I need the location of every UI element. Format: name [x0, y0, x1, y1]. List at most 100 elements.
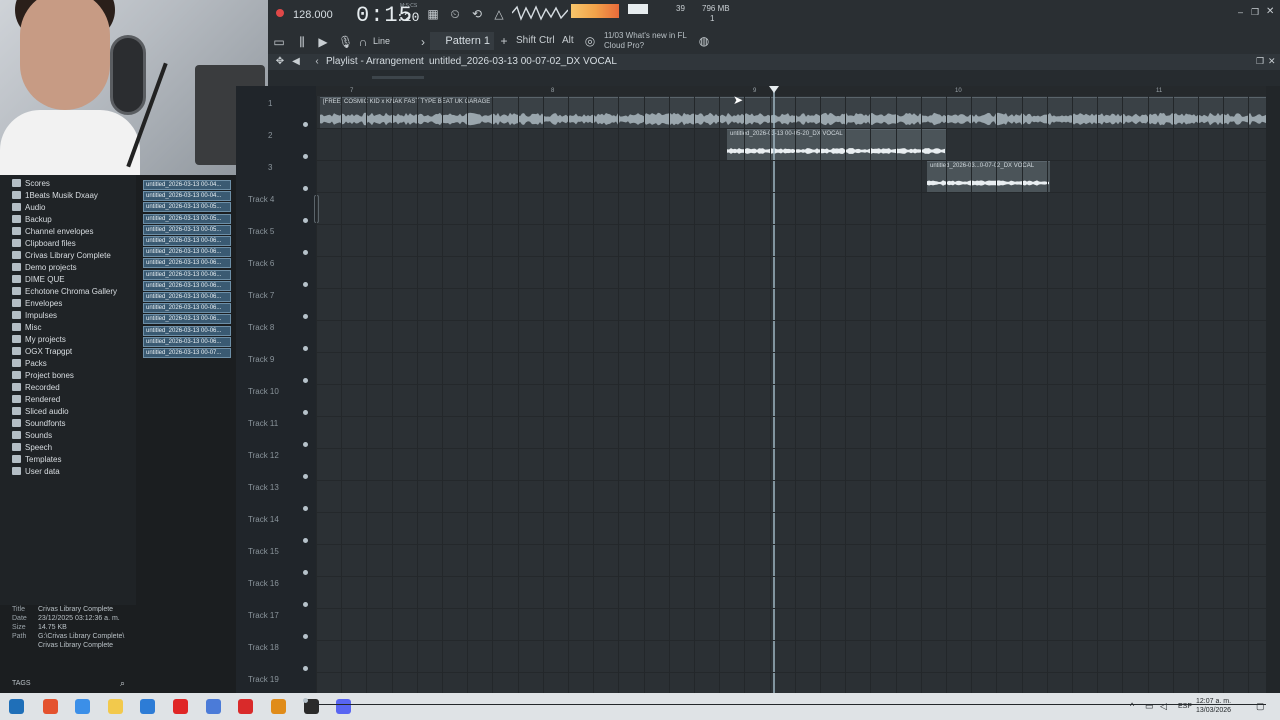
file-item[interactable]: untitled_2026-03-13 00-06...	[143, 292, 231, 302]
notifications-icon[interactable]: ▢	[1256, 701, 1265, 712]
browser-folder[interactable]: Clipboard files	[12, 239, 76, 251]
track-mute-led[interactable]	[303, 122, 308, 127]
file-item[interactable]: untitled_2026-03-13 00-06...	[143, 280, 231, 291]
opera-icon[interactable]	[238, 699, 253, 714]
track-mute-led[interactable]	[303, 186, 308, 191]
file-item[interactable]: untitled_2026-03-13 00-06...	[143, 314, 231, 325]
track-mute-led[interactable]	[303, 698, 308, 703]
taskbar-clock[interactable]: 12:07 a. m. 13/03/2026	[1196, 697, 1231, 715]
track-mute-led[interactable]	[303, 506, 308, 511]
track-name[interactable]: Track 17	[248, 611, 279, 620]
snap-select[interactable]: Line	[373, 36, 390, 46]
browser-folder[interactable]: Speech	[12, 443, 52, 455]
news-icon[interactable]: ◎	[583, 34, 597, 48]
track-name[interactable]: Track 10	[248, 387, 279, 396]
microphone-icon[interactable]: 🎙	[338, 35, 353, 49]
track-mute-led[interactable]	[303, 250, 308, 255]
ctrl-key-button[interactable]: Ctrl	[539, 35, 555, 46]
file-item[interactable]: untitled_2026-03-13 00-06...	[143, 258, 231, 269]
track-mute-led[interactable]	[303, 282, 308, 287]
add-pattern-icon[interactable]: +	[497, 34, 511, 48]
file-item[interactable]: untitled_2026-03-13 00-05...	[143, 202, 231, 213]
browser-folder[interactable]: Backup	[12, 215, 52, 227]
browser-folder[interactable]: Sounds	[12, 431, 52, 443]
track-mute-led[interactable]	[303, 346, 308, 351]
volume-icon[interactable]: ◁	[1160, 701, 1167, 712]
track-mute-led[interactable]	[303, 154, 308, 159]
browser-folder[interactable]: My projects	[12, 335, 66, 347]
browser-folder[interactable]: Impulses	[12, 311, 57, 323]
track-name[interactable]: Track 12	[248, 451, 279, 460]
browser-folder[interactable]: Envelopes	[12, 299, 62, 311]
tempo-display[interactable]: 128.000	[293, 9, 333, 21]
file-item[interactable]: untitled_2026-03-13 00-06...	[143, 303, 231, 314]
track-mute-led[interactable]	[303, 666, 308, 671]
file-item[interactable]: untitled_2026-03-13 00-07...	[143, 348, 231, 358]
browser-folder[interactable]: Crivas Library Complete	[12, 251, 111, 263]
store-icon[interactable]	[140, 699, 155, 714]
track-mute-led[interactable]	[303, 410, 308, 415]
track-name[interactable]: 2	[268, 131, 272, 140]
track-name[interactable]: Track 9	[248, 355, 274, 364]
minimize-icon[interactable]: ‒	[1238, 7, 1243, 17]
track-mute-led[interactable]	[303, 378, 308, 383]
track-mute-led[interactable]	[303, 570, 308, 575]
browser-folder[interactable]: User data	[12, 467, 60, 479]
browser-folder[interactable]: Recorded	[12, 383, 60, 395]
countdown-icon[interactable]: ⏲	[448, 7, 462, 21]
speaker-icon[interactable]: ◀	[289, 55, 303, 69]
fl-studio-icon[interactable]	[271, 699, 286, 714]
browser-folder[interactable]: Scores	[12, 179, 50, 191]
playhead[interactable]	[773, 92, 775, 693]
close-icon[interactable]: ✕	[1266, 6, 1274, 17]
network-icon[interactable]: ▭	[1145, 701, 1154, 712]
track-name[interactable]: Track 8	[248, 323, 274, 332]
file-item[interactable]: untitled_2026-03-13 00-05...	[143, 224, 231, 235]
back-arrow-icon[interactable]: ‹	[310, 55, 324, 69]
track-mute-led[interactable]	[303, 602, 308, 607]
search-icon[interactable]: ⌕	[120, 678, 125, 689]
browser-folder[interactable]: Packs	[12, 359, 47, 371]
chrome-icon[interactable]	[206, 699, 221, 714]
track-name[interactable]: Track 18	[248, 643, 279, 652]
metronome-icon[interactable]: △	[492, 7, 506, 21]
magnet-icon[interactable]: ∩	[356, 35, 370, 49]
browser-folder[interactable]: OGX Trapgpt	[12, 347, 72, 359]
track-name[interactable]: Track 6	[248, 259, 274, 268]
horizontal-scroll-thumb[interactable]	[372, 76, 424, 79]
browser-folder[interactable]: Templates	[12, 455, 61, 467]
news-panel[interactable]: 11/03 What's new in FL Cloud Pro?	[604, 31, 694, 51]
start-icon[interactable]	[9, 699, 24, 714]
typing-keyboard-icon[interactable]: ▦	[426, 7, 440, 21]
file-explorer-icon[interactable]	[108, 699, 123, 714]
browser-folder[interactable]: Soundfonts	[12, 419, 65, 431]
brave-browser-icon[interactable]	[43, 699, 58, 714]
mixer-icon[interactable]: ⫼	[295, 35, 309, 49]
file-item[interactable]: untitled_2026-03-13 00-05...	[143, 213, 231, 224]
file-item[interactable]: untitled_2026-03-13 00-06...	[143, 269, 231, 280]
restore-icon[interactable]: ❐	[1251, 7, 1259, 18]
track-name[interactable]: 1	[268, 99, 272, 108]
file-item[interactable]: untitled_2026-03-13 00-04...	[143, 180, 231, 190]
pattern-selector[interactable]: Pattern 1	[430, 32, 494, 50]
track-name[interactable]: Track 7	[248, 291, 274, 300]
record-button[interactable]	[276, 9, 284, 17]
file-item[interactable]: untitled_2026-03-13 00-06...	[143, 236, 231, 246]
app-icon[interactable]	[75, 699, 90, 714]
arrangement-area[interactable]	[316, 86, 1266, 693]
track-name[interactable]: Track 19	[248, 675, 279, 684]
browser-folder[interactable]: Misc	[12, 323, 41, 335]
track-name[interactable]: 3	[268, 163, 272, 172]
alt-key-button[interactable]: Alt	[562, 35, 574, 46]
youtube-icon[interactable]	[173, 699, 188, 714]
track-name[interactable]: Track 15	[248, 547, 279, 556]
browser-folder[interactable]: 1Beats Musik Dxaay	[12, 191, 98, 203]
track-name[interactable]: Track 4	[248, 195, 274, 204]
track-name[interactable]: Track 5	[248, 227, 274, 236]
track-name[interactable]: Track 13	[248, 483, 279, 492]
file-item[interactable]: untitled_2026-03-13 00-06...	[143, 247, 231, 258]
browser-folder[interactable]: Demo projects	[12, 263, 77, 275]
loop-record-icon[interactable]: ⟲	[470, 7, 484, 21]
browser-folder[interactable]: Rendered	[12, 395, 60, 407]
track-name[interactable]: Track 11	[248, 419, 278, 428]
